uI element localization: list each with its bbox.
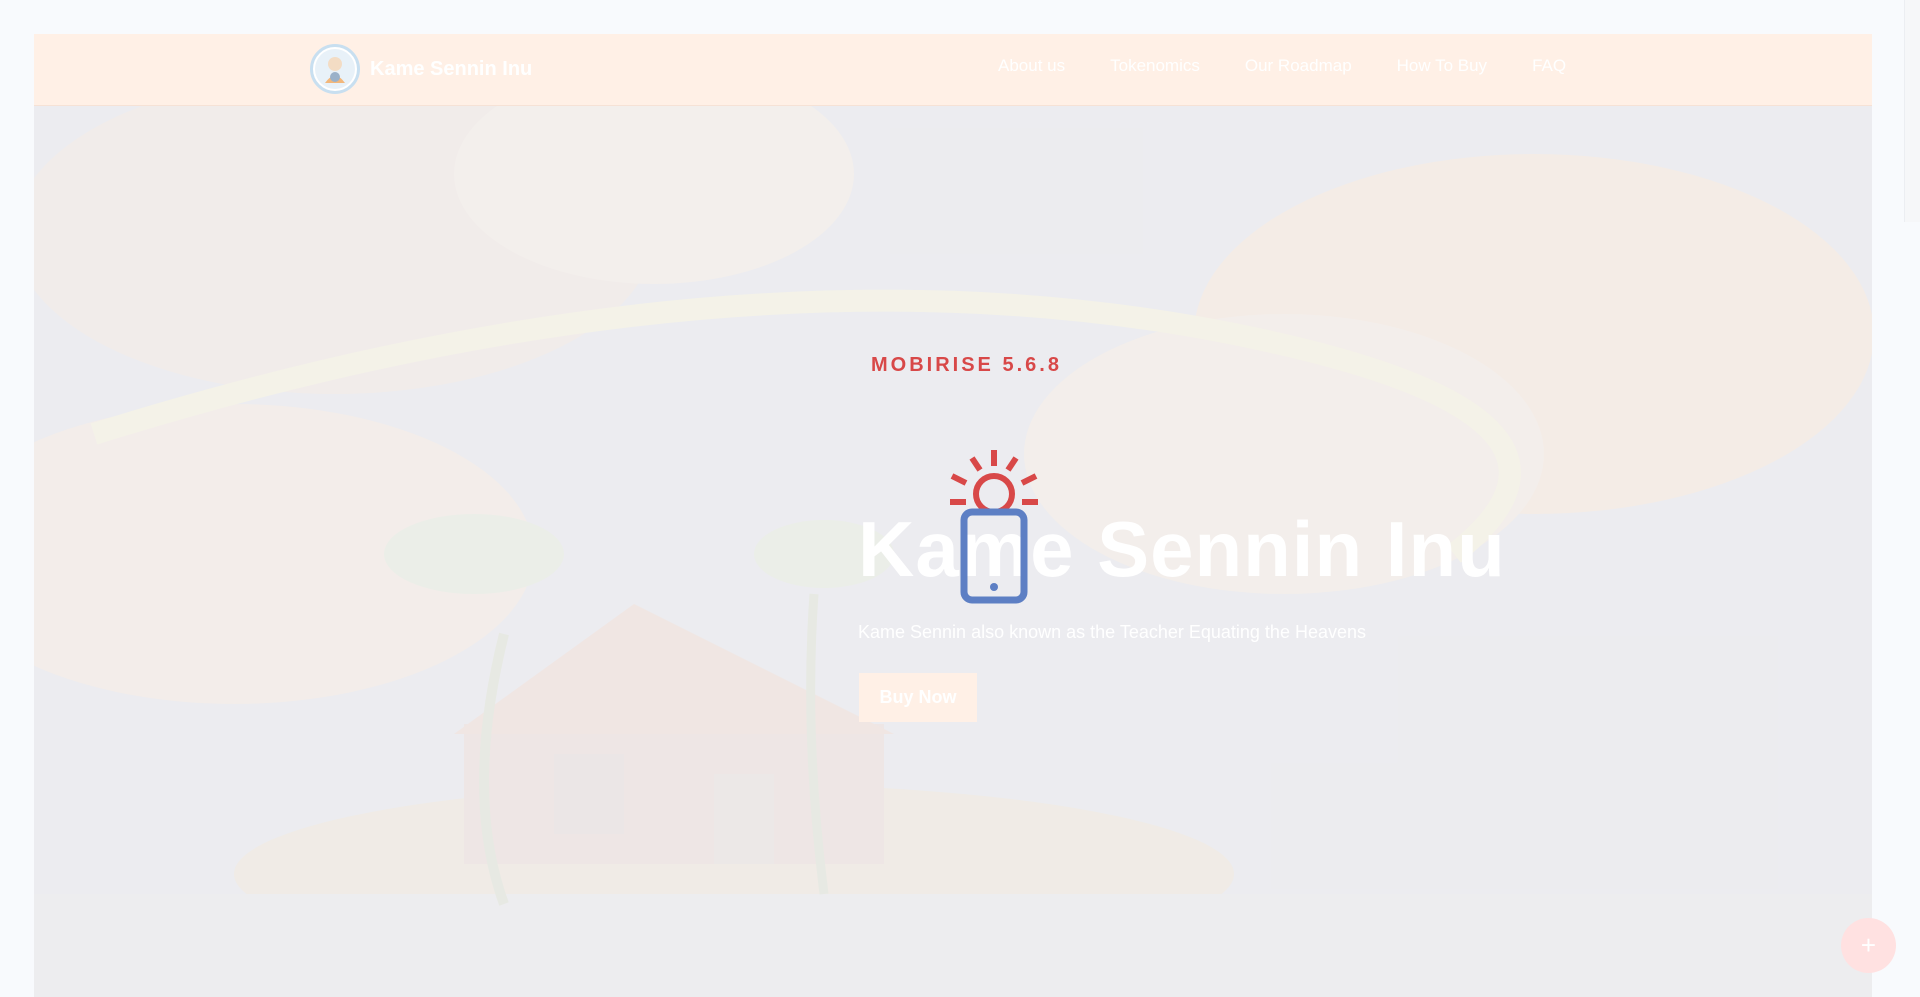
nav-link-about-us[interactable]: About us [998, 56, 1065, 76]
navbar: Kame Sennin Inu About us Tokenomics Our … [34, 34, 1872, 106]
hero-tag: MOBIRISE 5.6.8 [871, 354, 1062, 376]
nav-link-tokenomics[interactable]: Tokenomics [1110, 56, 1200, 76]
page-frame: Kame Sennin Inu About us Tokenomics Our … [34, 34, 1872, 997]
nav-link-faq[interactable]: FAQ [1532, 56, 1566, 76]
brand-logo-icon[interactable] [310, 44, 360, 94]
main-menu: About us Tokenomics Our Roadmap How To B… [998, 56, 1566, 76]
plus-icon: + [1860, 930, 1877, 960]
buy-now-button[interactable]: Buy Now [859, 673, 977, 722]
floating-add-button[interactable]: + [1841, 918, 1896, 973]
brand[interactable]: Kame Sennin Inu [310, 44, 532, 94]
hero-subtitle: Kame Sennin also known as the Teacher Eq… [858, 622, 1366, 642]
brand-name[interactable]: Kame Sennin Inu [370, 58, 532, 81]
nav-link-how-to-buy[interactable]: How To Buy [1397, 56, 1487, 76]
page-scrollbar[interactable] [1904, 0, 1920, 222]
nav-link-our-roadmap[interactable]: Our Roadmap [1245, 56, 1352, 76]
turtle-hermit-avatar-icon [315, 49, 355, 89]
mobile-phone-sun-icon [950, 450, 1038, 604]
